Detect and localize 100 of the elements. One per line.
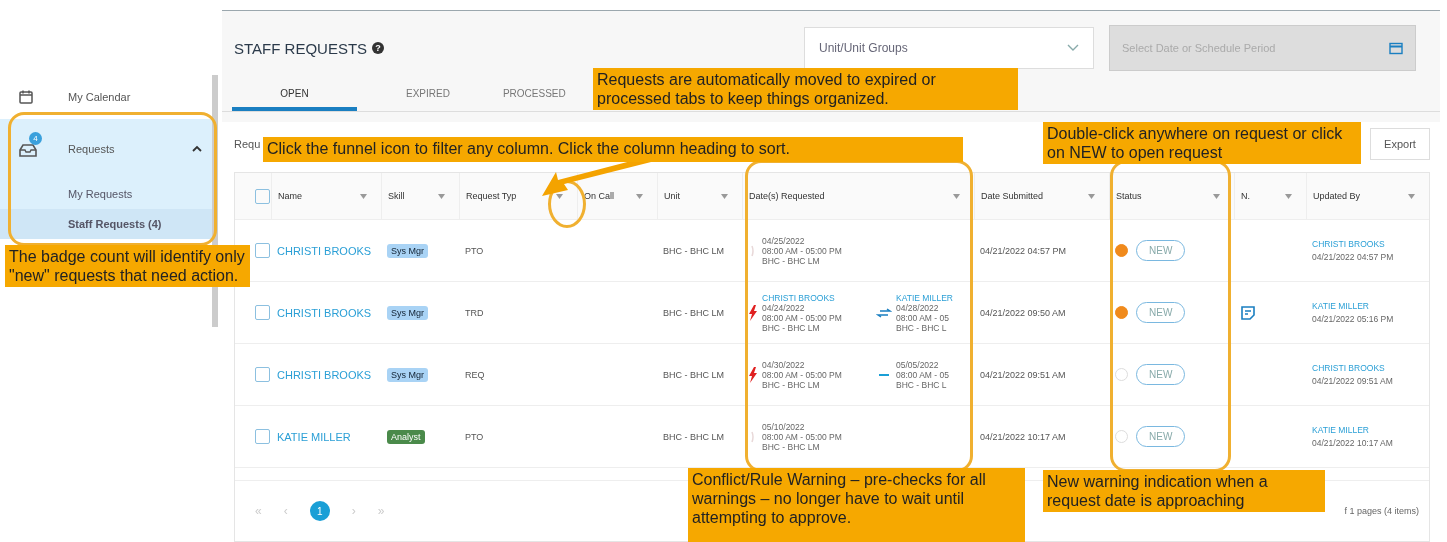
page-title: STAFF REQUESTS	[234, 39, 368, 57]
request-date: 05/10/2022	[762, 421, 806, 432]
unit-text: BHC - BHC LM	[663, 245, 724, 256]
staff-name-link[interactable]: CHRISTI BROOKS	[277, 306, 372, 319]
page-summary: f 1 pages (4 items)	[1344, 506, 1419, 516]
callout-note: The badge count will identify only "new" requests that need action.	[5, 245, 250, 287]
chevron-icon	[1067, 44, 1079, 52]
column-header[interactable]: Date(s) Requested	[749, 191, 825, 201]
callout-note: Requests are automatically moved to expired or processed tabs to keep things organized.	[593, 68, 1018, 110]
staff-name-link[interactable]: CHRISTI BROOKS	[762, 292, 872, 303]
staff-name-link[interactable]: KATIE MILLER	[1312, 425, 1369, 435]
column-header[interactable]: Name	[278, 191, 302, 201]
shift-time: 08:00 AM - 05	[896, 312, 950, 323]
status-button[interactable]: NEW	[1136, 426, 1186, 447]
updated-date: 04/21/2022 10:17 AM	[1312, 438, 1393, 448]
shift-time: 08:00 AM - 05:00 PM	[762, 369, 843, 380]
toolbar-label: Requ	[234, 138, 261, 150]
export-button[interactable]: Export	[1370, 128, 1430, 160]
skill-tag: Sys Mgr	[387, 367, 428, 382]
row-checkbox[interactable]	[255, 367, 270, 382]
column-header[interactable]: Updated By	[1313, 191, 1361, 201]
column-header[interactable]: Skill	[388, 191, 405, 201]
filter-icon[interactable]	[1088, 193, 1095, 199]
skill-tag: Sys Mgr	[387, 243, 428, 258]
row-checkbox[interactable]	[255, 429, 270, 444]
unit-text: BHC - BHC LM	[762, 441, 821, 452]
request-type: TRD	[465, 307, 484, 318]
filter-icon[interactable]	[721, 193, 728, 199]
submitted-date: 04/21/2022 10:17 AM	[980, 431, 1066, 442]
status-button[interactable]: NEW	[1136, 364, 1186, 385]
calendar-icon	[1389, 41, 1403, 55]
column-header[interactable]: Request Typ	[466, 191, 517, 201]
request-type: PTO	[465, 245, 484, 256]
unit-text: BHC - BHC LM	[762, 255, 821, 266]
nav-subitem[interactable]: My Requests	[0, 179, 212, 209]
unit-select[interactable]: Unit/Unit Groups	[804, 27, 1094, 69]
submitted-date: 04/21/2022 04:57 PM	[980, 245, 1067, 256]
skill-tag: Sys Mgr	[387, 305, 428, 320]
updated-date: 04/21/2022 09:51 AM	[1312, 376, 1393, 386]
callout-note: Double-click anywhere on request or click on NEW to open request	[1043, 122, 1361, 164]
callout-note: Click the funnel icon to filter any column. Click the column heading to sort.	[263, 137, 963, 162]
note-icon[interactable]	[1240, 304, 1256, 321]
unit-text: BHC - BHC LM	[663, 307, 724, 318]
tab[interactable]: EXPIRED	[402, 79, 454, 111]
staff-name-link[interactable]: KATIE MILLER	[1312, 301, 1369, 311]
request-type: REQ	[465, 369, 485, 380]
request-date: 05/05/2022	[896, 359, 940, 370]
unit-text: BHC - BHC LM	[663, 431, 724, 442]
unit-text: BHC - BHC L	[896, 379, 948, 390]
staff-name-link[interactable]: CHRISTI BROOKS	[1312, 363, 1385, 373]
swap-icon	[876, 307, 892, 318]
staff-name-link[interactable]: CHRISTI BROOKS	[277, 368, 372, 381]
column-header[interactable]: Unit	[664, 191, 680, 201]
updated-date: 04/21/2022 04:57 PM	[1312, 252, 1394, 262]
filter-icon[interactable]	[1213, 193, 1220, 199]
request-date: 04/25/2022	[762, 235, 806, 246]
submitted-date: 04/21/2022 09:50 AM	[980, 307, 1066, 318]
unit-text: BHC - BHC LM	[762, 322, 821, 333]
staff-name-link[interactable]: CHRISTI BROOKS	[277, 244, 372, 257]
status-button[interactable]: NEW	[1136, 240, 1186, 261]
filter-icon[interactable]	[953, 193, 960, 199]
row-checkbox[interactable]	[255, 305, 270, 320]
select-all-checkbox[interactable]	[255, 188, 270, 204]
request-type: PTO	[465, 431, 484, 442]
request-date: 04/28/2022	[896, 302, 940, 313]
calendar-icon	[18, 89, 34, 105]
callout-note: New warning indication when a request date is approaching	[1043, 470, 1325, 512]
staff-name-link[interactable]: KATIE MILLER	[277, 430, 351, 443]
callout-note: Conflict/Rule Warning – pre-checks for all warnings – no longer have to wait until attempting to approve.	[688, 468, 1025, 542]
unit-text: BHC - BHC LM	[663, 369, 724, 380]
tab[interactable]: PROCESSED	[498, 79, 570, 111]
column-header[interactable]: N.	[1241, 191, 1250, 201]
help-icon[interactable]: ?	[372, 42, 385, 54]
shift-time: 08:00 AM - 05:00 PM	[762, 431, 843, 442]
filter-icon[interactable]	[636, 193, 643, 199]
skill-tag: Analyst	[387, 429, 425, 444]
shift-time: 08:00 AM - 05:00 PM	[762, 312, 843, 323]
page-button[interactable]: 1	[309, 501, 330, 521]
filter-icon[interactable]	[360, 193, 367, 199]
request-date: 04/30/2022	[762, 359, 806, 370]
staff-name-link[interactable]: CHRISTI BROOKS	[1312, 239, 1385, 249]
filter-icon[interactable]	[556, 193, 563, 199]
filter-icon[interactable]	[1285, 193, 1292, 199]
column-header[interactable]: Date Submitted	[981, 191, 1044, 201]
unit-text: BHC - BHC LM	[762, 379, 821, 390]
nav-subitem[interactable]: Staff Requests (4)	[0, 209, 212, 239]
filter-icon[interactable]	[1408, 193, 1415, 199]
submitted-date: 04/21/2022 09:51 AM	[980, 369, 1066, 380]
request-date: 04/24/2022	[762, 302, 806, 313]
staff-name-link[interactable]: KATIE MILLER	[896, 292, 964, 303]
nav-item[interactable]: My Calendar	[0, 75, 212, 119]
filter-icon[interactable]	[438, 193, 445, 199]
updated-date: 04/21/2022 05:16 PM	[1312, 314, 1394, 324]
row-checkbox[interactable]	[255, 243, 270, 258]
status-button[interactable]: NEW	[1136, 302, 1186, 323]
nav-item[interactable]: 4 Requests	[0, 119, 212, 179]
unit-text: BHC - BHC L	[896, 322, 948, 333]
tab[interactable]: OPEN	[232, 79, 357, 111]
column-header[interactable]: Status	[1116, 191, 1142, 201]
shift-time: 08:00 AM - 05	[896, 369, 950, 380]
